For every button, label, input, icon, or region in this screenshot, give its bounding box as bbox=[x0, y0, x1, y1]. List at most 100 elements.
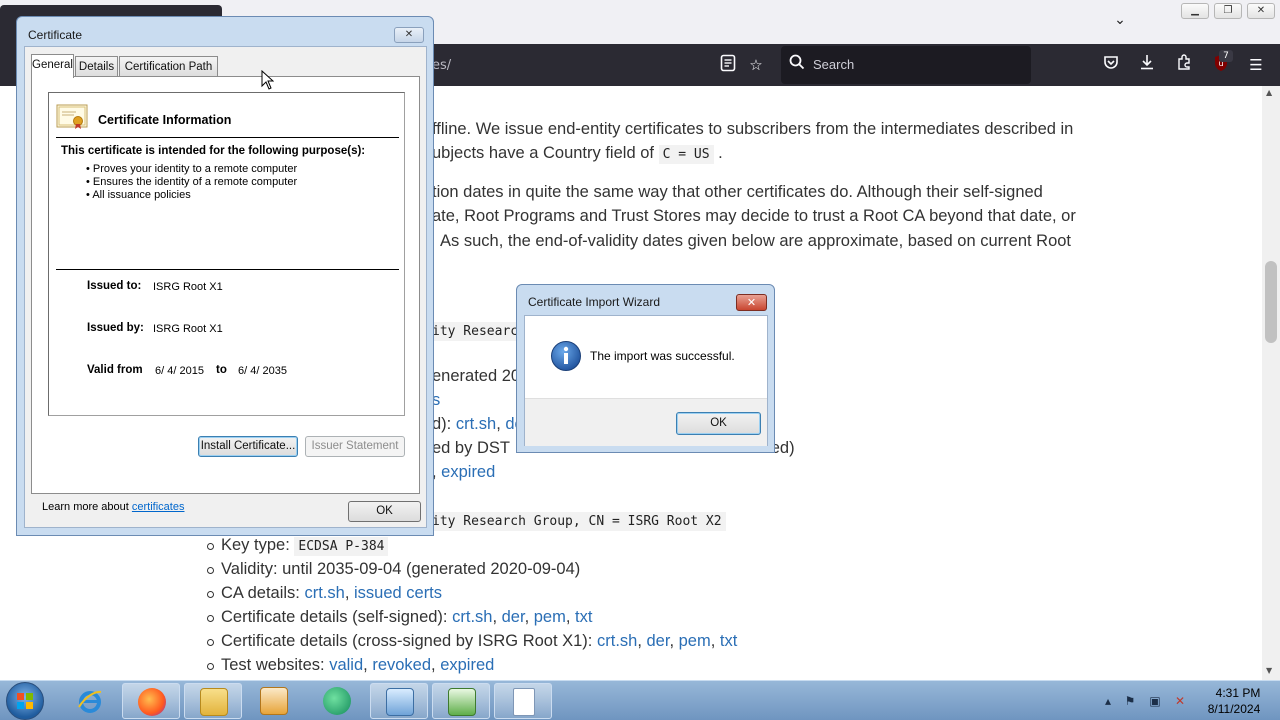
purpose-heading: This certificate is intended for the fol… bbox=[61, 145, 366, 157]
dialog-footer: OK bbox=[525, 398, 767, 446]
close-button[interactable]: ✕ bbox=[736, 294, 767, 311]
certificates-link[interactable]: certificates bbox=[132, 501, 185, 513]
install-certificate-button[interactable]: Install Certificate... bbox=[198, 436, 298, 457]
link-pem[interactable]: pem bbox=[679, 632, 711, 650]
taskbar-firefox[interactable] bbox=[122, 683, 180, 719]
page-text: enerated 201 bbox=[432, 367, 530, 385]
import-wizard-dialog: Certificate Import Wizard ✕ The import w… bbox=[516, 284, 775, 453]
country-code: C = US bbox=[658, 145, 714, 164]
taskbar-app[interactable] bbox=[308, 683, 366, 719]
code-subject-x1: ity Researc bbox=[428, 322, 523, 341]
start-button[interactable] bbox=[6, 682, 44, 720]
link-der[interactable]: der bbox=[647, 632, 670, 650]
link-pem[interactable]: pem bbox=[534, 608, 566, 626]
search-input[interactable]: Search bbox=[781, 46, 1031, 84]
certificate-manager-icon bbox=[448, 688, 476, 716]
taskbar-internet-explorer[interactable] bbox=[61, 683, 119, 719]
taskbar-control-panel[interactable] bbox=[370, 683, 428, 719]
link-crt[interactable]: crt.sh bbox=[452, 608, 492, 626]
purpose-item: • Proves your identity to a remote compu… bbox=[86, 163, 298, 175]
internet-explorer-icon bbox=[76, 687, 104, 715]
system-tray: ▴ ⚑ ▣ ✕ 4:31 PM 8/11/2024 bbox=[1098, 681, 1280, 720]
extension-badge: 7 bbox=[1219, 50, 1233, 62]
close-button[interactable]: ✕ bbox=[394, 27, 424, 43]
scroll-down-arrow-icon[interactable]: ▼ bbox=[1266, 666, 1272, 675]
volume-muted-icon[interactable]: ✕ bbox=[1172, 693, 1188, 709]
page-text: ed by DST bbox=[432, 439, 510, 457]
issued-by-value: ISRG Root X1 bbox=[153, 323, 223, 335]
bullet-icon bbox=[207, 615, 214, 622]
ok-button[interactable]: OK bbox=[348, 501, 421, 522]
action-center-flag-icon[interactable]: ⚑ bbox=[1122, 693, 1138, 709]
reader-view-icon[interactable] bbox=[717, 54, 739, 76]
list-item: Validity: until 2035-09-04 (generated 20… bbox=[221, 560, 581, 578]
search-placeholder: Search bbox=[813, 57, 855, 72]
taskbar-media-player[interactable] bbox=[245, 683, 303, 719]
extensions-icon[interactable] bbox=[1173, 54, 1195, 76]
purpose-text: Ensures the identity of a remote compute… bbox=[92, 176, 298, 188]
restore-button[interactable]: ❐ bbox=[1214, 3, 1242, 19]
purpose-item: • All issuance policies bbox=[86, 189, 191, 201]
page-text-line: ffline. We issue end-entity certificates… bbox=[432, 120, 1074, 138]
link-issued-certs[interactable]: issued certs bbox=[354, 584, 442, 602]
certificate-info-box: Certificate Information This certificate… bbox=[48, 92, 405, 416]
valid-to-value: 6/ 4/ 2035 bbox=[238, 365, 287, 377]
link-expired[interactable]: expired bbox=[441, 463, 495, 481]
tab-certification-path[interactable]: Certification Path bbox=[119, 56, 218, 77]
show-hidden-icons-icon[interactable]: ▴ bbox=[1100, 693, 1116, 709]
dialog-body: The import was successful. OK bbox=[524, 315, 768, 446]
dialog-title: Certificate Import Wizard bbox=[528, 295, 661, 309]
link-crt[interactable]: crt.sh bbox=[456, 415, 496, 433]
url-bar-text[interactable]: es/ bbox=[432, 58, 451, 73]
tab-details[interactable]: Details bbox=[75, 56, 118, 77]
test-websites-label: Test websites: bbox=[221, 656, 325, 674]
page-scrollbar[interactable]: ▲ ▼ bbox=[1262, 86, 1280, 680]
taskbar-certificate-manager[interactable] bbox=[432, 683, 490, 719]
bookmark-star-icon[interactable]: ☆ bbox=[745, 54, 767, 76]
self-signed-label: Certificate details (self-signed): bbox=[221, 608, 448, 626]
page-text-line: ubjects have a Country field of C = US . bbox=[432, 144, 723, 164]
menu-icon[interactable]: ☰ bbox=[1245, 54, 1267, 76]
link-txt[interactable]: txt bbox=[720, 632, 737, 650]
tab-general[interactable]: General bbox=[31, 54, 74, 78]
downloads-icon[interactable] bbox=[1136, 54, 1158, 76]
list-item: Certificate details (self-signed): crt.s… bbox=[221, 608, 593, 626]
valid-from-label: Valid from bbox=[87, 364, 143, 376]
link-der[interactable]: der bbox=[502, 608, 525, 626]
link-crt[interactable]: crt.sh bbox=[304, 584, 344, 602]
issuer-statement-button[interactable]: Issuer Statement bbox=[305, 436, 405, 457]
link-valid[interactable]: valid bbox=[329, 656, 363, 674]
ok-button[interactable]: OK bbox=[676, 412, 761, 435]
clock-date[interactable]: 8/11/2024 bbox=[1198, 702, 1270, 716]
certificate-icon bbox=[56, 104, 88, 130]
link-crt[interactable]: crt.sh bbox=[597, 632, 637, 650]
app-icon bbox=[323, 687, 351, 715]
bullet-icon bbox=[207, 663, 214, 670]
purpose-item: • Ensures the identity of a remote compu… bbox=[86, 176, 298, 188]
page-text-line: d): crt.sh, de bbox=[432, 415, 524, 433]
control-panel-icon bbox=[386, 688, 414, 716]
folder-icon bbox=[200, 688, 228, 716]
issued-by-label: Issued by: bbox=[87, 322, 144, 334]
purpose-text: All issuance policies bbox=[92, 189, 191, 201]
list-item: CA details: crt.sh, issued certs bbox=[221, 584, 443, 602]
page-text-line: , expired bbox=[432, 463, 496, 481]
pocket-icon[interactable] bbox=[1100, 54, 1122, 76]
link-expired[interactable]: expired bbox=[440, 656, 494, 674]
chevron-down-icon[interactable]: ⌄ bbox=[1110, 12, 1130, 32]
bullet-icon bbox=[207, 639, 214, 646]
network-icon[interactable]: ▣ bbox=[1147, 693, 1163, 709]
scrollbar-thumb[interactable] bbox=[1265, 261, 1277, 343]
minimize-button[interactable]: ▁ bbox=[1181, 3, 1209, 19]
taskbar-file-explorer[interactable] bbox=[184, 683, 242, 719]
key-type-label: Key type: bbox=[221, 536, 290, 554]
issued-to-label: Issued to: bbox=[87, 280, 142, 292]
scroll-up-arrow-icon[interactable]: ▲ bbox=[1266, 88, 1272, 97]
purpose-text: Proves your identity to a remote compute… bbox=[92, 163, 298, 175]
link-txt[interactable]: txt bbox=[575, 608, 592, 626]
clock-time[interactable]: 4:31 PM bbox=[1208, 686, 1268, 700]
general-tab-panel: Certificate Information This certificate… bbox=[31, 76, 420, 513]
link-revoked[interactable]: revoked bbox=[372, 656, 431, 674]
close-window-button[interactable]: ✕ bbox=[1247, 3, 1275, 19]
taskbar-document[interactable] bbox=[494, 683, 552, 719]
